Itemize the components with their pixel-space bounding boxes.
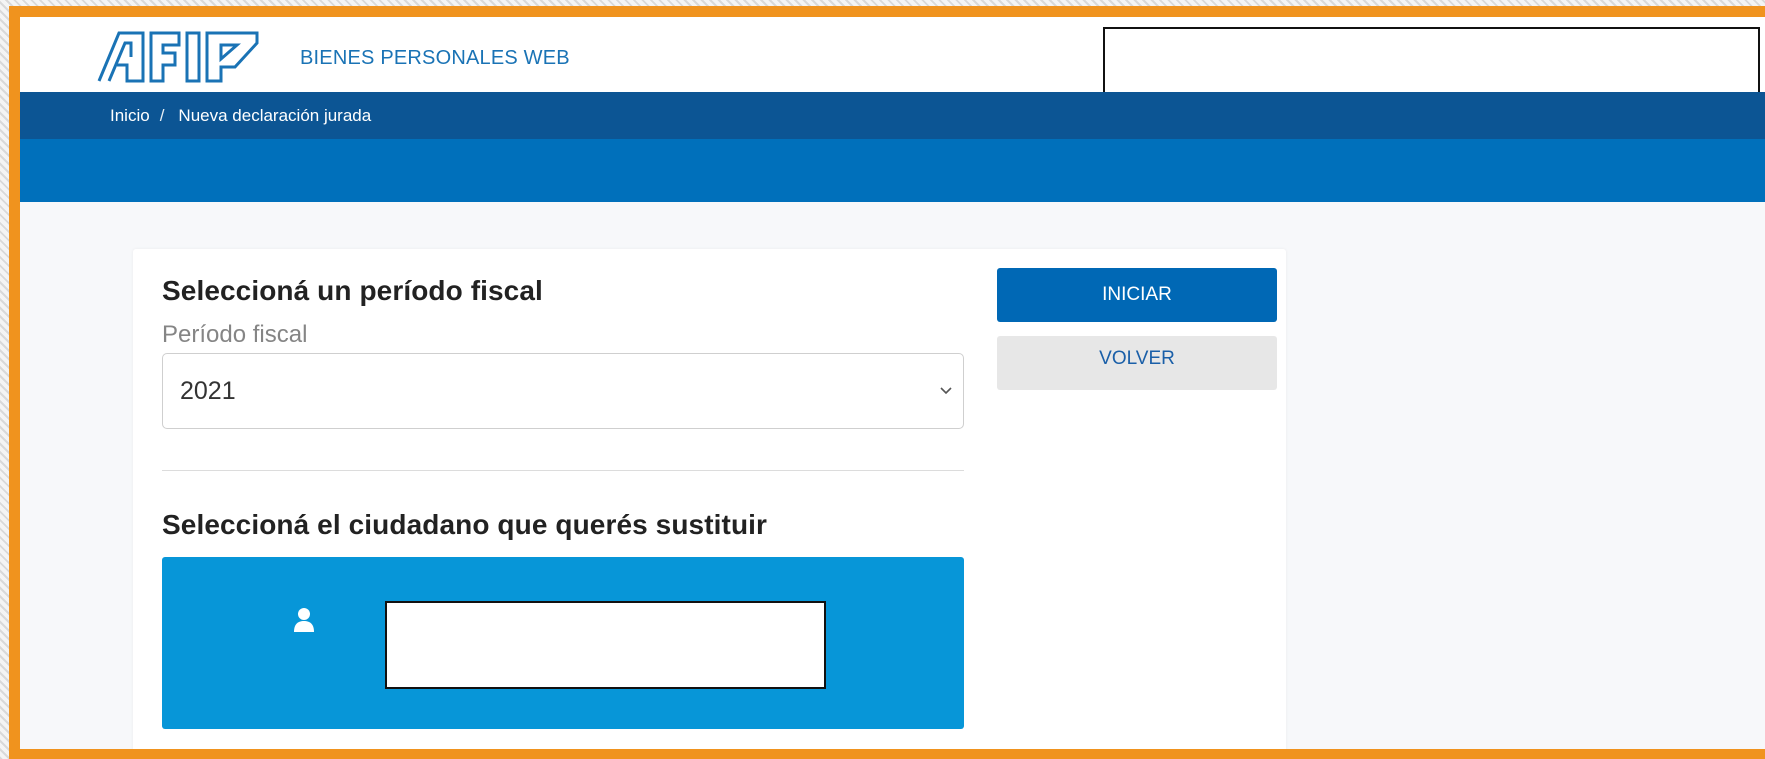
user-icon — [294, 608, 314, 632]
chevron-down-icon — [940, 387, 952, 395]
back-button[interactable]: VOLVER — [997, 336, 1277, 390]
citizen-option-card[interactable] — [162, 557, 964, 729]
period-heading: Seleccioná un período fiscal — [162, 275, 543, 306]
app-title: BIENES PERSONALES WEB — [300, 47, 570, 69]
period-select-value: 2021 — [180, 377, 236, 405]
breadcrumb-separator: / — [159, 106, 165, 125]
breadcrumb-home-link[interactable]: Inicio — [110, 106, 150, 126]
citizen-name-redacted — [385, 601, 826, 689]
form-card: Seleccioná un período fiscal Período fis… — [133, 249, 1286, 749]
screenshot-frame: BIENES PERSONALES WEB Inicio / Nueva dec… — [9, 6, 1765, 759]
breadcrumb-current: Nueva declaración jurada — [178, 106, 372, 125]
user-info-redacted — [1103, 27, 1760, 97]
breadcrumb-bar: Inicio / Nueva declaración jurada — [20, 92, 1765, 139]
start-button[interactable]: INICIAR — [997, 268, 1277, 322]
period-field-label: Período fiscal — [162, 321, 308, 348]
hero-band — [20, 139, 1765, 202]
section-divider — [162, 470, 964, 471]
period-select[interactable]: 2021 — [162, 353, 964, 429]
afip-logo[interactable] — [97, 31, 261, 83]
top-header: BIENES PERSONALES WEB — [20, 17, 1765, 97]
citizen-heading: Seleccioná el ciudadano que querés susti… — [162, 509, 768, 540]
breadcrumb: Inicio / Nueva declaración jurada — [110, 106, 371, 126]
